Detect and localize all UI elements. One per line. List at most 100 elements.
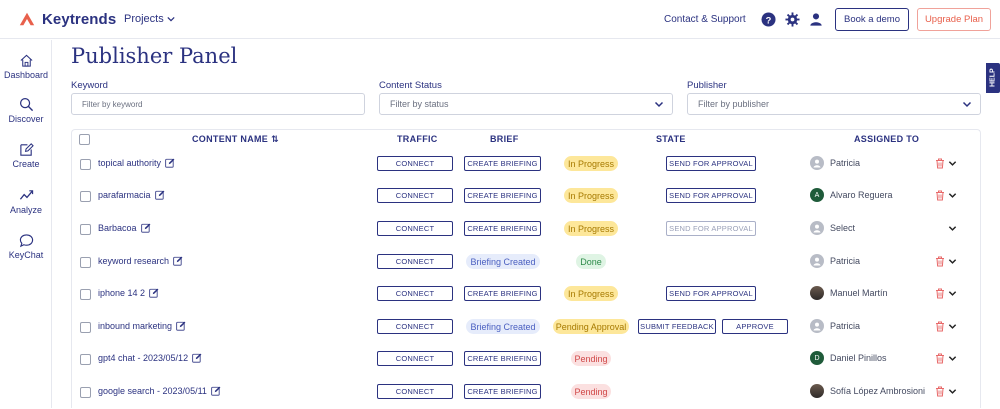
- send-for-approval-button[interactable]: SEND FOR APPROVAL: [666, 188, 756, 203]
- trash-icon[interactable]: [935, 353, 945, 364]
- assignee-select[interactable]: Patricia: [810, 254, 860, 268]
- create-briefing-button[interactable]: CREATE BRIEFING: [464, 156, 541, 171]
- assignee-select[interactable]: A Alvaro Reguera: [810, 188, 893, 202]
- sidebar-item-analyze[interactable]: Analyze: [0, 188, 52, 215]
- contact-support-link[interactable]: Contact & Support: [664, 14, 746, 25]
- trash-icon[interactable]: [935, 321, 945, 332]
- trash-icon[interactable]: [935, 190, 945, 201]
- content-name-label[interactable]: parafarmacia: [98, 190, 151, 200]
- sidebar-item-dashboard[interactable]: Dashboard: [0, 53, 52, 80]
- keyword-filter-input[interactable]: Filter by keyword: [71, 93, 365, 115]
- create-briefing-button[interactable]: CREATE BRIEFING: [464, 188, 541, 203]
- sort-icon[interactable]: ⇅: [271, 134, 279, 145]
- upgrade-plan-button[interactable]: Upgrade Plan: [917, 8, 991, 31]
- trash-icon[interactable]: [935, 288, 945, 299]
- header-content-name[interactable]: CONTENT NAME ⇅: [192, 134, 279, 145]
- create-briefing-button[interactable]: CREATE BRIEFING: [464, 221, 541, 236]
- content-name-label[interactable]: google search - 2023/05/11: [98, 386, 207, 396]
- chevron-down-icon[interactable]: [948, 387, 957, 396]
- content-name[interactable]: iphone 14 2: [98, 288, 159, 298]
- row-checkbox[interactable]: [80, 322, 91, 333]
- chevron-down-icon[interactable]: [948, 159, 957, 168]
- connect-button[interactable]: CONNECT: [377, 351, 453, 366]
- book-demo-button[interactable]: Book a demo: [835, 8, 909, 31]
- edit-icon[interactable]: [211, 386, 221, 396]
- trash-icon[interactable]: [935, 386, 945, 397]
- content-name-label[interactable]: gpt4 chat - 2023/05/12: [98, 353, 188, 363]
- send-for-approval-button[interactable]: SEND FOR APPROVAL: [666, 286, 756, 301]
- content-name[interactable]: Barbacoa: [98, 223, 151, 233]
- select-all-checkbox[interactable]: [79, 134, 90, 145]
- create-briefing-button[interactable]: CREATE BRIEFING: [464, 351, 541, 366]
- user-icon[interactable]: [808, 11, 824, 27]
- state-badge: Pending: [571, 384, 611, 399]
- content-name-label[interactable]: keyword research: [98, 256, 169, 266]
- edit-icon[interactable]: [149, 288, 159, 298]
- connect-button[interactable]: CONNECT: [377, 188, 453, 203]
- chevron-down-icon[interactable]: [948, 289, 957, 298]
- brand-logo[interactable]: Keytrends: [18, 10, 116, 28]
- submit-feedback-button[interactable]: SUBMIT FEEDBACK: [638, 319, 716, 334]
- content-name-label[interactable]: inbound marketing: [98, 321, 172, 331]
- chevron-down-icon[interactable]: [948, 257, 957, 266]
- connect-button[interactable]: CONNECT: [377, 384, 453, 399]
- row-checkbox[interactable]: [80, 159, 91, 170]
- content-name[interactable]: topical authority: [98, 158, 175, 168]
- connect-button[interactable]: CONNECT: [377, 221, 453, 236]
- create-briefing-button[interactable]: CREATE BRIEFING: [464, 384, 541, 399]
- content-name-label[interactable]: topical authority: [98, 158, 161, 168]
- assignee-select[interactable]: D Daniel Pinillos: [810, 351, 887, 365]
- content-name[interactable]: parafarmacia: [98, 190, 165, 200]
- edit-icon[interactable]: [140, 223, 151, 233]
- publisher-filter-label: Publisher: [687, 80, 727, 91]
- assignee-select[interactable]: Patricia: [810, 319, 860, 333]
- edit-icon[interactable]: [154, 190, 165, 200]
- row-checkbox[interactable]: [80, 289, 91, 300]
- assignee-select[interactable]: Manuel Martín: [810, 286, 888, 300]
- chevron-down-icon[interactable]: [948, 354, 957, 363]
- approve-button[interactable]: APPROVE: [722, 319, 788, 334]
- connect-button[interactable]: CONNECT: [377, 254, 453, 269]
- content-name[interactable]: inbound marketing: [98, 321, 186, 331]
- trash-icon[interactable]: [935, 158, 945, 169]
- assignee-select[interactable]: Sofía López Ambrosioni: [810, 384, 925, 398]
- edit-icon[interactable]: [176, 321, 186, 331]
- sidebar-item-create[interactable]: Create: [0, 142, 52, 169]
- trash-icon[interactable]: [935, 256, 945, 267]
- row-checkbox[interactable]: [80, 257, 91, 268]
- chevron-down-icon[interactable]: [948, 224, 957, 233]
- help-circle-icon[interactable]: ?: [760, 11, 776, 27]
- send-for-approval-button[interactable]: SEND FOR APPROVAL: [666, 156, 756, 171]
- gear-icon[interactable]: [784, 11, 800, 27]
- publisher-filter-select[interactable]: Filter by publisher: [687, 93, 981, 115]
- status-filter-select[interactable]: Filter by status: [379, 93, 673, 115]
- row-checkbox[interactable]: [80, 191, 91, 202]
- chevron-down-icon[interactable]: [948, 322, 957, 331]
- sidebar-item-keychat[interactable]: KeyChat: [0, 233, 52, 260]
- connect-button[interactable]: CONNECT: [377, 156, 453, 171]
- row-checkbox[interactable]: [80, 354, 91, 365]
- edit-icon[interactable]: [173, 256, 183, 266]
- assignee-select[interactable]: Select: [810, 221, 855, 235]
- help-tab[interactable]: HELP: [986, 63, 1000, 93]
- row-checkbox[interactable]: [80, 387, 91, 398]
- edit-icon[interactable]: [165, 158, 175, 168]
- send-for-approval-button[interactable]: SEND FOR APPROVAL: [666, 221, 756, 236]
- table-row: parafarmacia CONNECT CREATE BRIEFING In Pro…: [72, 181, 980, 213]
- table-row: gpt4 chat - 2023/05/12 CONNECT CREATE BRIE…: [72, 344, 980, 376]
- sidebar-item-discover[interactable]: Discover: [0, 97, 52, 124]
- row-checkbox[interactable]: [80, 224, 91, 235]
- sidebar-item-label: Create: [12, 159, 40, 169]
- create-briefing-button[interactable]: CREATE BRIEFING: [464, 286, 541, 301]
- assignee-select[interactable]: Patricia: [810, 156, 860, 170]
- content-name[interactable]: keyword research: [98, 256, 183, 266]
- projects-menu[interactable]: Projects: [124, 13, 175, 25]
- content-name-label[interactable]: Barbacoa: [98, 223, 137, 233]
- content-name[interactable]: google search - 2023/05/11: [98, 386, 221, 396]
- chevron-down-icon[interactable]: [948, 191, 957, 200]
- connect-button[interactable]: CONNECT: [377, 319, 453, 334]
- connect-button[interactable]: CONNECT: [377, 286, 453, 301]
- edit-icon[interactable]: [192, 353, 202, 363]
- content-name-label[interactable]: iphone 14 2: [98, 288, 145, 298]
- content-name[interactable]: gpt4 chat - 2023/05/12: [98, 353, 202, 363]
